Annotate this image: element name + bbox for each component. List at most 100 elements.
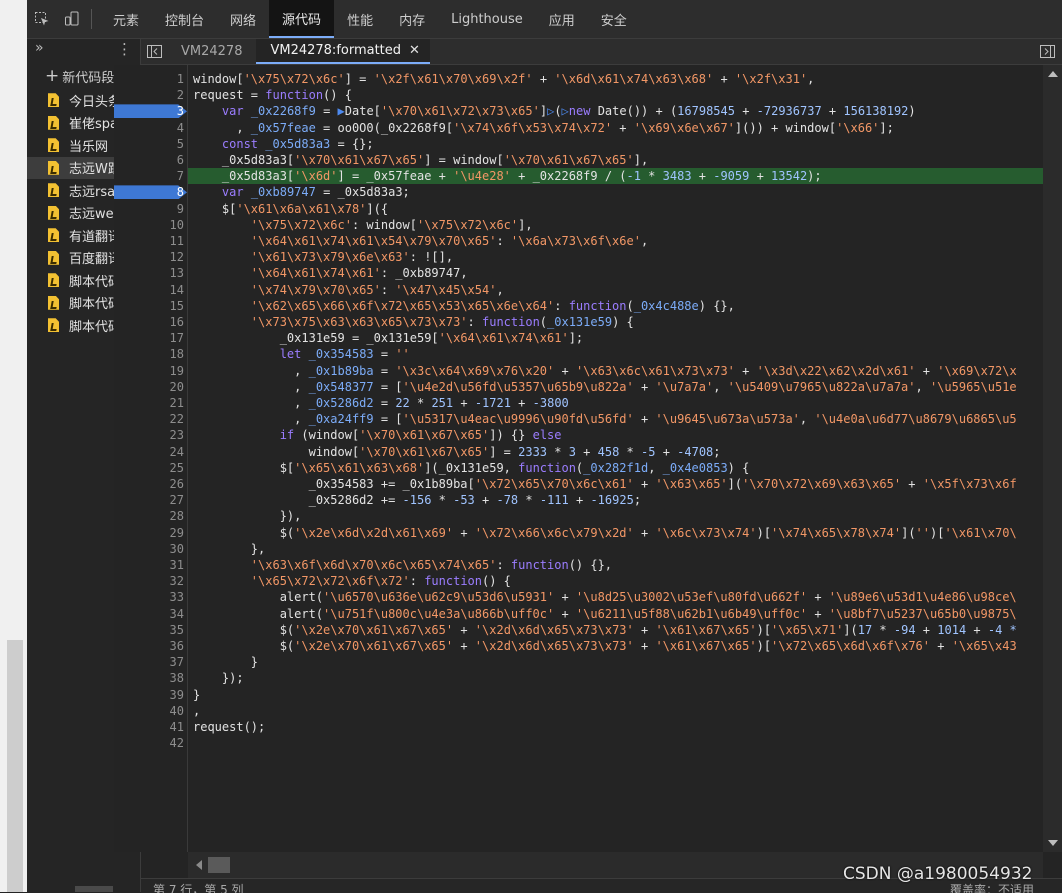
line-number[interactable]: 27 <box>114 492 184 508</box>
code-line[interactable]: $('\x2e\x70\x61\x67\x65' + '\x2d\x6d\x65… <box>193 638 1017 654</box>
line-number[interactable]: 15 <box>114 298 184 314</box>
page-scrollbar-thumb[interactable] <box>7 640 23 892</box>
code-line[interactable]: '\x61\x73\x79\x6e\x63': ![], <box>193 249 453 265</box>
code-line[interactable]: window['\x70\x61\x67\x65'] = 2333 * 3 + … <box>193 444 721 460</box>
code-line[interactable]: var _0xb89747 = _0x5d83a3; <box>193 184 410 200</box>
code-line[interactable]: '\x62\x65\x66\x6f\x72\x65\x53\x65\x6e\x6… <box>193 298 735 314</box>
panel-tab[interactable]: 安全 <box>588 0 640 38</box>
toggle-debugger-icon[interactable] <box>1034 39 1060 64</box>
scroll-down-arrow-icon[interactable] <box>1048 840 1058 846</box>
code-line[interactable]: , <box>193 703 200 719</box>
code-line[interactable]: $['\x61\x6a\x61\x78']({ <box>193 201 388 217</box>
panel-tab[interactable]: 应用 <box>536 0 588 38</box>
line-number[interactable]: 7 <box>114 168 184 184</box>
line-number[interactable]: 41 <box>114 719 184 735</box>
code-line[interactable]: '\x65\x72\x72\x6f\x72': function() { <box>193 573 511 589</box>
code-line[interactable]: _0x5d83a3['\x70\x61\x67\x65'] = window['… <box>193 152 648 168</box>
panel-tab[interactable]: 元素 <box>100 0 152 38</box>
panel-tab[interactable]: 源代码 <box>269 0 335 38</box>
line-number[interactable]: 42 <box>114 735 184 751</box>
code-line[interactable]: }); <box>193 670 244 686</box>
page-scrollbar[interactable] <box>0 0 27 892</box>
line-number[interactable]: 39 <box>114 687 184 703</box>
code-line[interactable]: _0x131e59 = _0x131e59['\x64\x61\x74\x61'… <box>193 330 583 346</box>
code-line[interactable]: '\x64\x61\x74\x61': _0xb89747, <box>193 265 468 281</box>
line-number[interactable]: 22 <box>114 411 184 427</box>
line-number[interactable]: 12 <box>114 249 184 265</box>
line-number[interactable]: 11 <box>114 233 184 249</box>
code-line[interactable]: request = function() { <box>193 87 352 103</box>
line-number[interactable]: 36 <box>114 638 184 654</box>
line-number[interactable]: 10 <box>114 217 184 233</box>
line-number[interactable]: 13 <box>114 265 184 281</box>
code-line[interactable]: '\x75\x72\x6c': window['\x75\x72\x6c'], <box>193 217 533 233</box>
toggle-navigator-icon[interactable] <box>141 39 167 64</box>
line-number[interactable]: 29 <box>114 525 184 541</box>
line-number[interactable]: 40 <box>114 703 184 719</box>
code-line[interactable]: alert('\u751f\u800c\u4e3a\u866b\uff0c' +… <box>193 606 1017 622</box>
code-line[interactable]: if (window['\x70\x61\x67\x65']) {} else <box>193 427 562 443</box>
line-number[interactable]: 4 <box>114 120 184 136</box>
line-number[interactable]: 1 <box>114 71 184 87</box>
code-line[interactable]: , _0x1b89ba = '\x3c\x64\x69\x76\x20' + '… <box>193 363 1017 379</box>
code-line[interactable]: $('\x2e\x6d\x2d\x61\x69' + '\x72\x66\x6c… <box>193 525 1017 541</box>
line-number[interactable]: 24 <box>114 444 184 460</box>
scroll-left-arrow-icon[interactable] <box>196 860 202 870</box>
panel-tab[interactable]: 性能 <box>334 0 386 38</box>
code-line[interactable]: , _0x57feae = oo0O0(_0x2268f9['\x74\x6f\… <box>193 120 894 136</box>
line-number[interactable]: 19 <box>114 363 184 379</box>
line-number[interactable]: 2 <box>114 87 184 103</box>
code-line[interactable]: var _0x2268f9 = ▶Date['\x70\x61\x72\x73\… <box>193 103 916 119</box>
code-line[interactable]: '\x73\x75\x63\x63\x65\x73\x73': function… <box>193 314 634 330</box>
line-number[interactable]: 28 <box>114 508 184 524</box>
line-number[interactable]: 34 <box>114 606 184 622</box>
line-number[interactable]: 31 <box>114 557 184 573</box>
line-number[interactable]: 16 <box>114 314 184 330</box>
line-number[interactable]: 17 <box>114 330 184 346</box>
code-line[interactable]: window['\x75\x72\x6c'] = '\x2f\x61\x70\x… <box>193 71 814 87</box>
code-line[interactable]: $('\x2e\x70\x61\x67\x65' + '\x2d\x6d\x65… <box>193 622 1017 638</box>
line-number[interactable]: 32 <box>114 573 184 589</box>
code-line[interactable]: }, <box>193 541 265 557</box>
panel-tab[interactable]: 内存 <box>386 0 438 38</box>
code-line[interactable]: request(); <box>193 719 265 735</box>
line-number[interactable]: 3 <box>114 103 184 119</box>
scroll-up-arrow-icon[interactable] <box>1048 71 1058 77</box>
line-number[interactable]: 18 <box>114 346 184 362</box>
line-number[interactable]: 5 <box>114 136 184 152</box>
horizontal-scroll-thumb[interactable] <box>208 857 230 873</box>
code-editor[interactable]: window['\x75\x72\x6c'] = '\x2f\x61\x70\x… <box>188 65 1043 852</box>
code-line[interactable]: , _0x5286d2 = 22 * 251 + -1721 + -3800 <box>193 395 569 411</box>
code-line[interactable]: '\x74\x79\x70\x65': '\x47\x45\x54', <box>193 282 504 298</box>
code-line[interactable]: } <box>193 654 258 670</box>
line-number-gutter[interactable]: 1 2 3 4 5 6 7 8 9 10 11 12 13 14 15 16 17 18 19 20 21 22 23 24 2… <box>114 65 188 852</box>
code-line[interactable]: _0x5d83a3['\x6d'] = _0x57feae + '\u4e28'… <box>188 168 1043 185</box>
line-number[interactable]: 38 <box>114 670 184 686</box>
code-line[interactable]: } <box>193 687 200 703</box>
panel-tab[interactable]: 控制台 <box>152 0 217 38</box>
line-number[interactable]: 37 <box>114 654 184 670</box>
line-number[interactable]: 25 <box>114 460 184 476</box>
code-line[interactable]: , _0x548377 = ['\u4e2d\u56fd\u5357\u65b9… <box>193 379 1017 395</box>
code-line[interactable]: _0x354583 += _0x1b89ba['\x72\x65\x70\x6c… <box>193 476 1017 492</box>
code-line[interactable]: _0x5286d2 += -156 * -53 + -78 * -111 + -… <box>193 492 641 508</box>
line-number[interactable]: 20 <box>114 379 184 395</box>
navigator-scrollbar[interactable] <box>75 886 113 892</box>
editor-tab[interactable]: VM24278 <box>167 39 256 64</box>
line-number[interactable]: 9 <box>114 201 184 217</box>
line-number[interactable]: 21 <box>114 395 184 411</box>
code-line[interactable]: const _0x5d83a3 = {}; <box>193 136 374 152</box>
inspect-element-icon[interactable] <box>27 0 57 38</box>
code-line[interactable]: '\x64\x61\x74\x61\x54\x79\x70\x65': '\x6… <box>193 233 648 249</box>
code-line[interactable]: }), <box>193 508 302 524</box>
line-number[interactable]: 26 <box>114 476 184 492</box>
editor-vertical-scrollbar[interactable] <box>1043 65 1062 852</box>
code-line[interactable]: , _0xa24ff9 = ['\u5317\u4eac\u9996\u90fd… <box>193 411 1017 427</box>
code-line[interactable]: alert('\u6570\u636e\u62c9\u53d6\u5931' +… <box>193 589 1017 605</box>
navigator-menu-icon[interactable]: ⋮ <box>117 40 132 58</box>
code-line[interactable]: $['\x65\x61\x63\x68'](_0x131e59, functio… <box>193 460 750 476</box>
more-tabs-icon[interactable]: » <box>35 40 44 56</box>
device-toolbar-icon[interactable] <box>57 0 87 38</box>
line-number[interactable]: 23 <box>114 427 184 443</box>
line-number[interactable]: 14 <box>114 282 184 298</box>
